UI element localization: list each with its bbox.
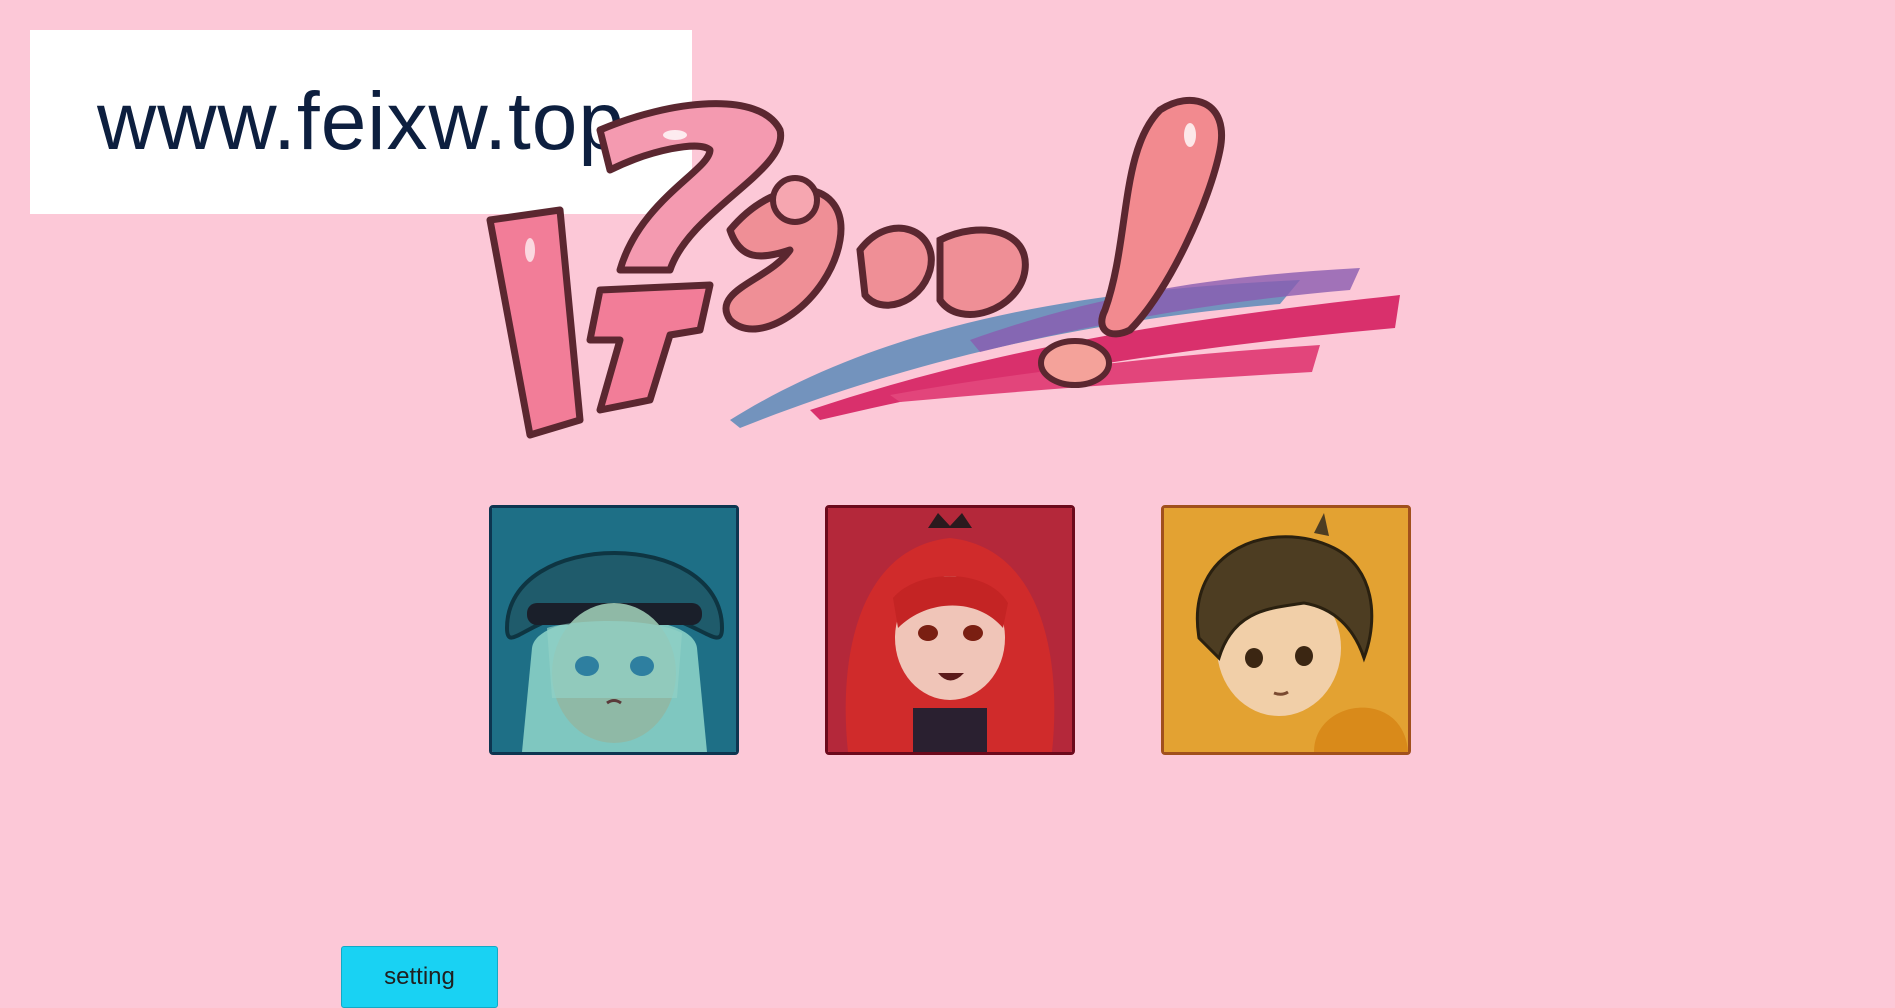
character-portrait-teal[interactable] — [489, 505, 739, 755]
game-title-logo — [470, 90, 1420, 450]
setting-button[interactable]: setting — [341, 946, 498, 1008]
red-girl-icon — [828, 508, 1072, 752]
character-portrait-boy[interactable] — [1161, 505, 1411, 755]
teal-girl-icon — [492, 508, 736, 752]
character-portrait-red[interactable] — [825, 505, 1075, 755]
brown-boy-icon — [1164, 508, 1408, 752]
